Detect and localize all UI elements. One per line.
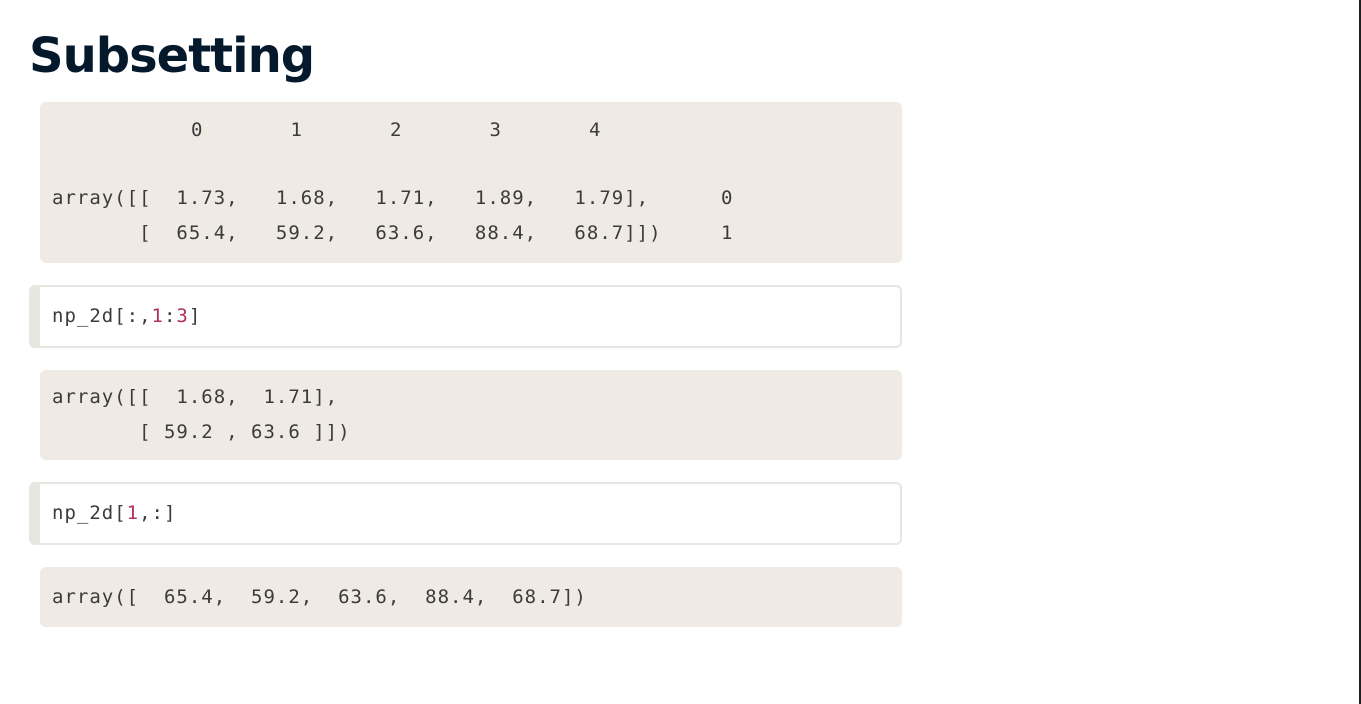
output-line: array([[ 1.68, 1.71],: [52, 386, 339, 408]
code-text: np_2d[: [52, 502, 127, 524]
number-literal: 1: [151, 305, 164, 327]
array-row-0: array([[ 1.73, 1.68, 1.71, 1.89, 1.79],: [52, 187, 650, 209]
code-text: :: [163, 305, 177, 327]
output-line: [ 59.2 , 63.6 ]]): [52, 421, 351, 443]
array-row-1: [ 65.4, 59.2, 63.6, 88.4, 68.7]]): [52, 222, 662, 244]
row-index-label-1: 1: [721, 222, 734, 244]
code-input-cell[interactable]: np_2d[1,:]: [29, 482, 902, 545]
number-literal: 1: [126, 502, 140, 524]
code-text: np_2d[:,: [52, 305, 152, 327]
page-title: Subsetting: [29, 28, 315, 84]
row-index-label-0: 0: [721, 187, 734, 209]
code-input-cell[interactable]: np_2d[:,1:3]: [29, 285, 902, 348]
array-output-block: 0 1 2 3 4 array([[ 1.73, 1.68, 1.71, 1.8…: [40, 102, 902, 263]
array-output-block: array([ 65.4, 59.2, 63.6, 88.4, 68.7]): [40, 567, 902, 627]
code-line: np_2d[1,:]: [52, 498, 176, 528]
array-output-block: array([[ 1.68, 1.71], [ 59.2 , 63.6 ]]): [40, 370, 902, 460]
code-text: ]: [188, 305, 202, 327]
column-index-labels: 0 1 2 3 4: [191, 119, 602, 141]
number-literal: 3: [176, 305, 189, 327]
output-line: array([ 65.4, 59.2, 63.6, 88.4, 68.7]): [52, 586, 587, 608]
code-text: ,:]: [139, 502, 177, 524]
code-line: np_2d[:,1:3]: [52, 301, 201, 331]
